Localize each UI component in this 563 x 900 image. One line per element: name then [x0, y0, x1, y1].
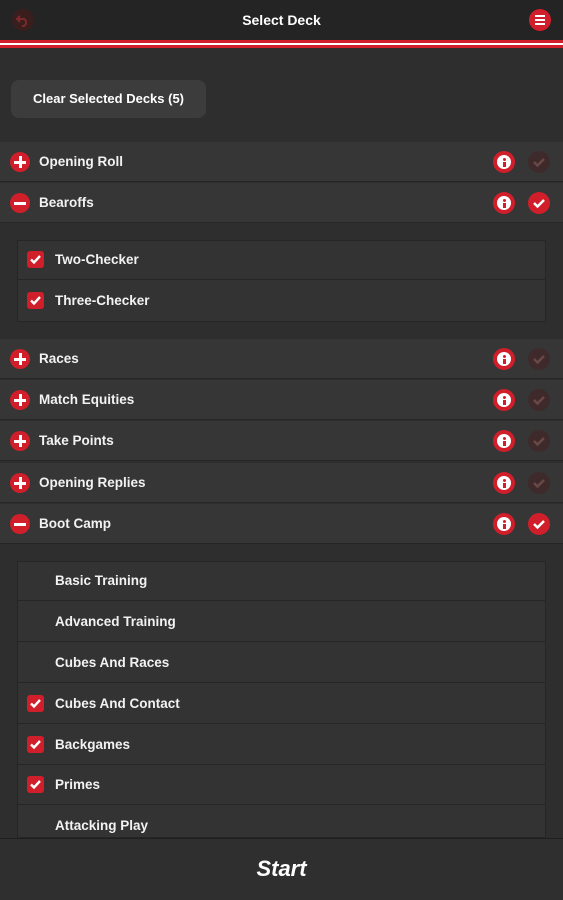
- deck-row-match-equities[interactable]: Match Equities: [0, 380, 563, 420]
- deck-label: Opening Replies: [39, 475, 146, 490]
- checkbox-checked-icon[interactable]: [27, 251, 44, 268]
- subdeck-label: Two-Checker: [55, 252, 139, 267]
- info-icon[interactable]: [493, 348, 515, 370]
- subdeck-label: Three-Checker: [55, 293, 150, 308]
- deck-select-check-icon[interactable]: [528, 151, 550, 173]
- subdeck-item-primes[interactable]: Primes: [17, 765, 546, 805]
- deck-select-check-icon[interactable]: [528, 472, 550, 494]
- subdeck-label: Cubes And Races: [55, 655, 170, 670]
- subdeck-label: Basic Training: [55, 573, 148, 588]
- deck-label: Match Equities: [39, 392, 135, 407]
- subdeck-item-two-checker[interactable]: Two-Checker: [17, 240, 546, 280]
- deck-label: Take Points: [39, 433, 114, 448]
- deck-row-opening-roll[interactable]: Opening Roll: [0, 142, 563, 182]
- expand-plus-icon[interactable]: [10, 390, 30, 410]
- deck-select-check-icon[interactable]: [528, 513, 550, 535]
- checkbox-checked-icon[interactable]: [27, 695, 44, 712]
- top-bar: Select Deck: [0, 0, 563, 40]
- subdeck-label: Attacking Play: [55, 818, 149, 833]
- subdeck-label: Advanced Training: [55, 614, 176, 629]
- checkbox-unchecked-icon[interactable]: [27, 817, 44, 834]
- subdeck-item-three-checker[interactable]: Three-Checker: [17, 281, 546, 321]
- deck-label: Opening Roll: [39, 154, 123, 169]
- checkbox-unchecked-icon[interactable]: [27, 613, 44, 630]
- deck-label: Races: [39, 351, 79, 366]
- header-stripe-bottom: [0, 45, 563, 48]
- bottom-bar: Start: [0, 838, 563, 900]
- deck-label: Boot Camp: [39, 516, 111, 531]
- subdeck-label: Primes: [55, 777, 101, 792]
- subdeck-label: Cubes And Contact: [55, 696, 180, 711]
- subdeck-item-advanced-training[interactable]: Advanced Training: [17, 602, 546, 642]
- collapse-minus-icon[interactable]: [10, 193, 30, 213]
- deck-row-races[interactable]: Races: [0, 339, 563, 379]
- checkbox-unchecked-icon[interactable]: [27, 654, 44, 671]
- checkbox-checked-icon[interactable]: [27, 292, 44, 309]
- info-icon[interactable]: [493, 151, 515, 173]
- subdeck-item-backgames[interactable]: Backgames: [17, 725, 546, 765]
- deck-select-check-icon[interactable]: [528, 430, 550, 452]
- subdeck-item-cubes-and-races[interactable]: Cubes And Races: [17, 643, 546, 683]
- deck-row-boot-camp[interactable]: Boot Camp: [0, 504, 563, 544]
- clear-selected-decks-button[interactable]: Clear Selected Decks (5): [11, 80, 206, 118]
- info-icon[interactable]: [493, 430, 515, 452]
- deck-select-check-icon[interactable]: [528, 389, 550, 411]
- deck-row-bearoffs[interactable]: Bearoffs: [0, 183, 563, 223]
- expand-plus-icon[interactable]: [10, 431, 30, 451]
- subdeck-item-basic-training[interactable]: Basic Training: [17, 561, 546, 601]
- info-icon[interactable]: [493, 472, 515, 494]
- subdeck-item-cubes-and-contact[interactable]: Cubes And Contact: [17, 684, 546, 724]
- deck-label: Bearoffs: [39, 195, 94, 210]
- deck-row-take-points[interactable]: Take Points: [0, 421, 563, 461]
- page-title: Select Deck: [242, 12, 321, 28]
- info-icon[interactable]: [493, 513, 515, 535]
- expand-plus-icon[interactable]: [10, 349, 30, 369]
- deck-select-check-icon[interactable]: [528, 192, 550, 214]
- checkbox-checked-icon[interactable]: [27, 776, 44, 793]
- deck-select-check-icon[interactable]: [528, 348, 550, 370]
- menu-button[interactable]: [529, 9, 551, 31]
- subdeck-label: Backgames: [55, 737, 131, 752]
- checkbox-checked-icon[interactable]: [27, 736, 44, 753]
- info-icon[interactable]: [493, 389, 515, 411]
- collapse-minus-icon[interactable]: [10, 514, 30, 534]
- deck-row-opening-replies[interactable]: Opening Replies: [0, 463, 563, 503]
- start-button[interactable]: Start: [0, 839, 563, 900]
- checkbox-unchecked-icon[interactable]: [27, 572, 44, 589]
- hamburger-menu-icon: [535, 15, 545, 17]
- info-icon[interactable]: [493, 192, 515, 214]
- expand-plus-icon[interactable]: [10, 473, 30, 493]
- expand-plus-icon[interactable]: [10, 152, 30, 172]
